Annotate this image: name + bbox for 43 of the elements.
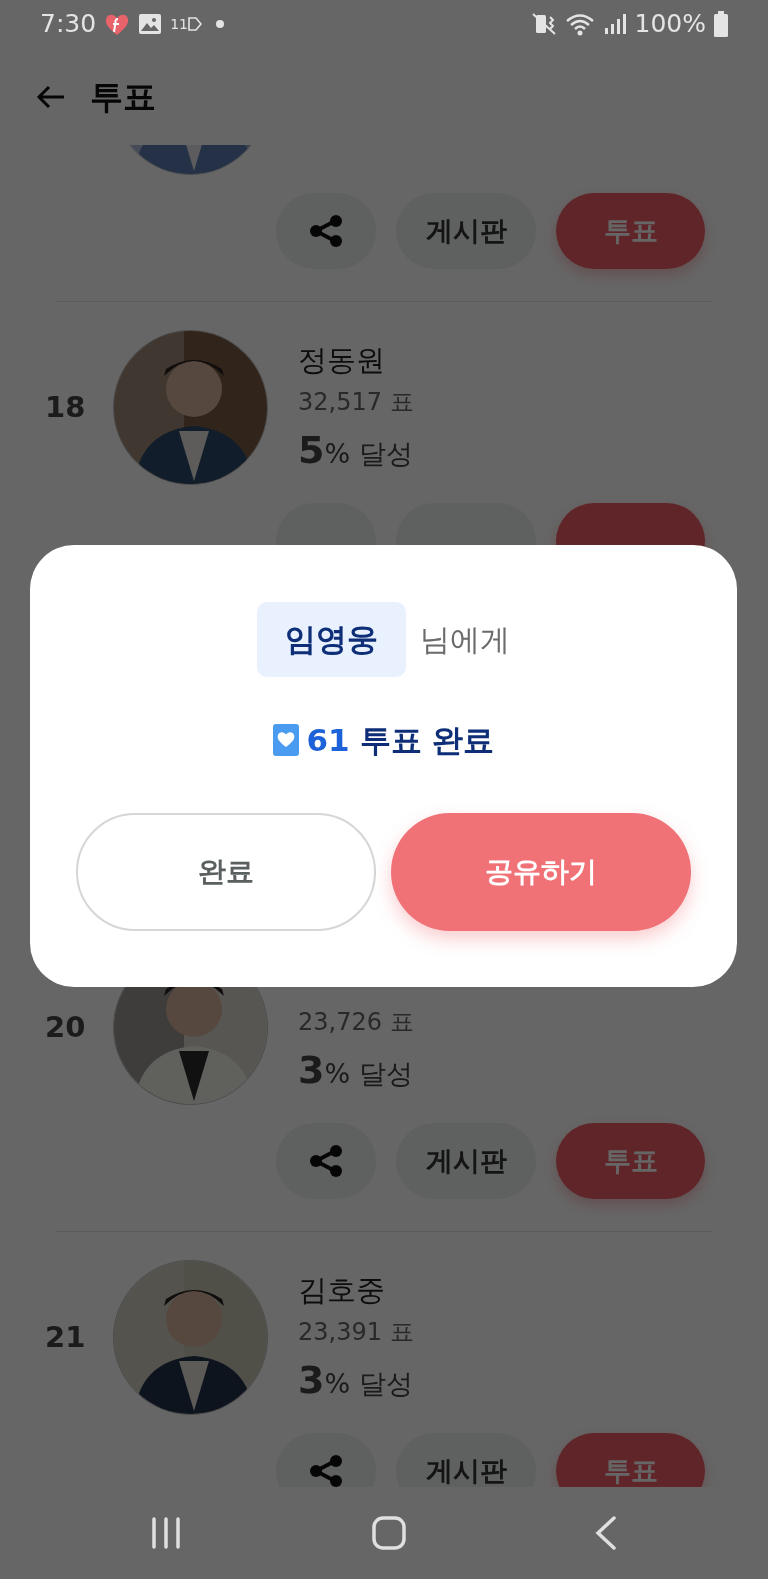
percent-label: % 달성 [324,437,413,469]
vote-button[interactable]: 투표 [556,1123,705,1199]
board-button[interactable]: 게시판 [396,1433,536,1487]
percent-value: 5 [298,427,325,472]
board-button[interactable]: 게시판 [396,193,536,269]
tag-icon [187,16,202,32]
done-button[interactable]: 완료 [76,813,376,931]
candidate-name: 정동원 [298,342,385,377]
completion-message: 투표 완료 [359,720,495,760]
rank-number: 21 [45,1319,86,1354]
battery-icon [714,11,728,37]
vibrate-mute-icon [530,12,557,36]
recipient-suffix: 님에게 [420,620,510,659]
vote-count: 32,517 표 [298,387,414,416]
percent-label: % 달성 [324,1367,413,1399]
recipient-name: 임영웅 [257,602,406,677]
vote-button[interactable]: 투표 [556,1433,705,1487]
percent-value: 3 [298,1357,325,1402]
vote-count: 23,391 표 [298,1317,414,1346]
vote-button[interactable]: 투표 [556,193,705,269]
image-icon [138,13,163,35]
back-icon[interactable] [594,1516,618,1550]
candidate-name: 김호중 [298,1272,385,1307]
rank-number: 18 [45,389,86,424]
vote-count: 61 [306,720,350,760]
back-arrow-icon[interactable] [36,83,66,110]
tag-badge-text: 11 [170,14,188,34]
signal-icon [602,12,627,36]
share-icon [308,1144,344,1178]
vote-count: 23,726 표 [298,1007,414,1036]
page-title: 투표 [90,75,156,118]
rank-number: 20 [45,1009,86,1044]
wifi-icon [564,12,595,36]
share-icon [308,1454,344,1487]
clock-time: 7:30 [40,8,97,41]
share-button[interactable] [276,1433,376,1487]
battery-percent: 100% [634,8,706,41]
percent-label: % 달성 [324,1057,413,1089]
home-icon[interactable] [371,1515,407,1551]
share-button[interactable]: 공유하기 [391,813,691,931]
percent-value: 3 [298,1047,325,1092]
board-button[interactable]: 게시판 [396,1123,536,1199]
share-icon [308,214,344,248]
